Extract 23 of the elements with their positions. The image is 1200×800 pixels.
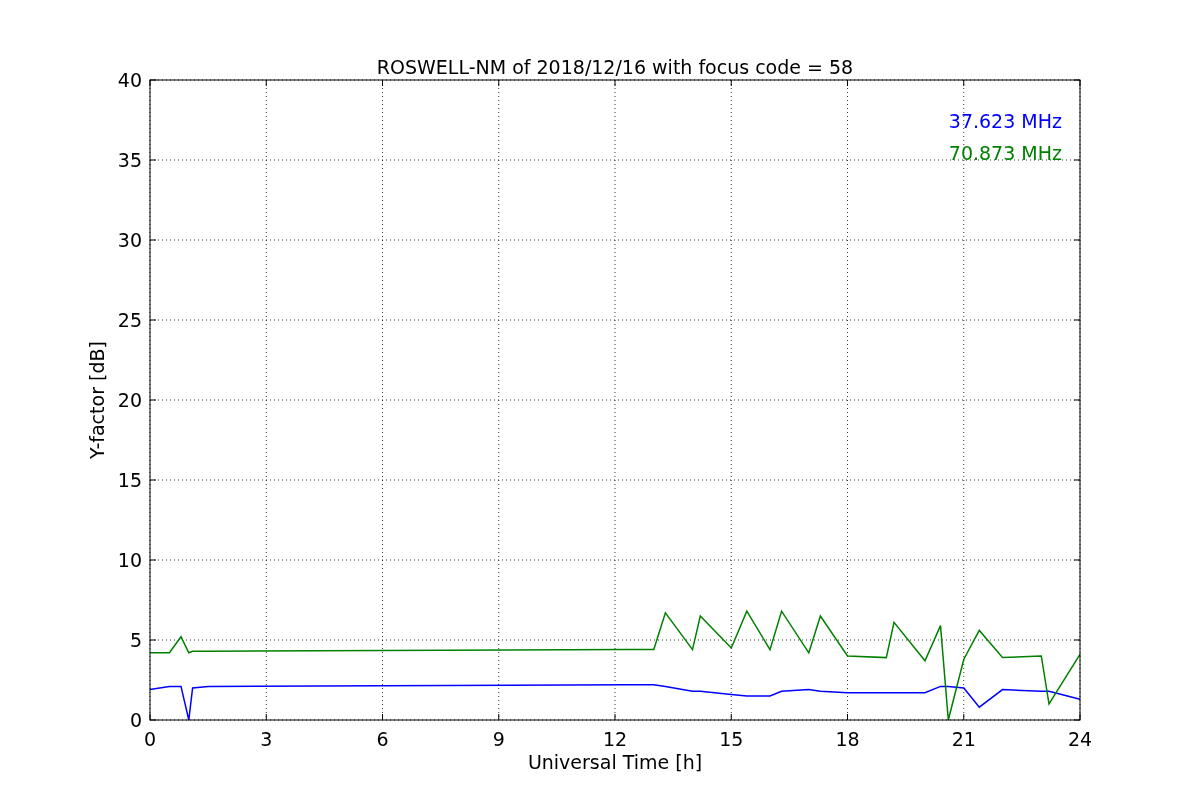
x-tick-label: 6: [376, 728, 389, 750]
x-axis-label: Universal Time [h]: [527, 751, 703, 773]
x-tick-label: 12: [602, 728, 628, 750]
y-tick-label: 40: [117, 69, 142, 91]
y-tick-label: 15: [117, 469, 142, 491]
x-tick-label: 21: [951, 728, 976, 750]
chart-title: ROSWELL-NM of 2018/12/16 with focus code = 58: [376, 56, 854, 78]
x-tick-label: 24: [1067, 728, 1093, 750]
y-tick-label: 5: [129, 629, 142, 651]
legend-label: 37.623 MHz: [948, 110, 1062, 132]
x-tick-label: 15: [719, 728, 744, 750]
y-tick-label: 30: [117, 229, 142, 251]
x-tick-label: 3: [260, 728, 273, 750]
y-tick-label: 20: [117, 389, 142, 411]
y-axis-label: Y-factor [dB]: [86, 341, 108, 459]
y-tick-label: 35: [117, 149, 142, 171]
x-tick-label: 18: [835, 728, 860, 750]
legend-label: 70.873 MHz: [948, 142, 1062, 164]
y-tick-label: 25: [117, 309, 142, 331]
x-tick-label: 9: [492, 728, 505, 750]
y-tick-label: 10: [117, 549, 142, 571]
x-tick-label: 0: [143, 728, 157, 750]
y-tick-label: 0: [129, 709, 142, 731]
